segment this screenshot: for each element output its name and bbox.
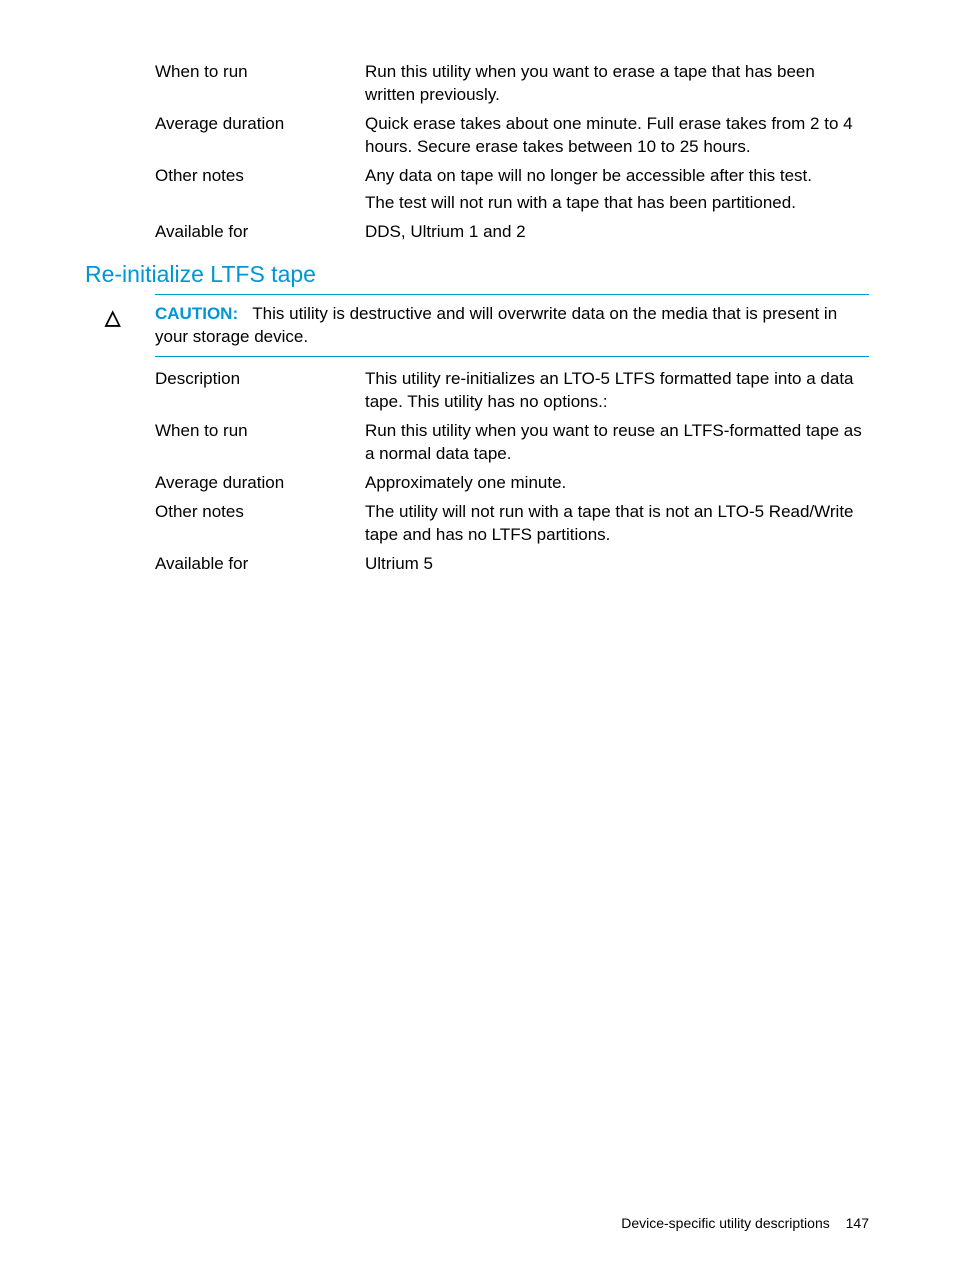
table-row: When to run Run this utility when you wa… [155, 58, 869, 110]
rule-bottom [155, 356, 869, 357]
caution-body: CAUTION: This utility is destructive and… [155, 303, 869, 349]
row-label: When to run [155, 58, 365, 110]
row-value: The utility will not run with a tape tha… [365, 498, 869, 550]
row-value: DDS, Ultrium 1 and 2 [365, 218, 869, 247]
row-value: Run this utility when you want to reuse … [365, 417, 869, 469]
table-row: When to run Run this utility when you wa… [155, 417, 869, 469]
table-row: Available for DDS, Ultrium 1 and 2 [155, 218, 869, 247]
row-value: Run this utility when you want to erase … [365, 58, 869, 110]
row-value: Approximately one minute. [365, 469, 869, 498]
row-label: Average duration [155, 110, 365, 162]
row-label: Available for [155, 218, 365, 247]
table-erase: When to run Run this utility when you wa… [155, 58, 869, 247]
row-label: Available for [155, 550, 365, 579]
row-value-line: Ultrium 5 [365, 553, 869, 576]
caution-text: This utility is destructive and will ove… [155, 304, 837, 346]
row-value-line: Quick erase takes about one minute. Full… [365, 113, 869, 159]
row-label: Other notes [155, 162, 365, 218]
table-row: Description This utility re-initializes … [155, 365, 869, 417]
row-label: When to run [155, 417, 365, 469]
row-value-line: The utility will not run with a tape tha… [365, 501, 869, 547]
definition-table: When to run Run this utility when you wa… [155, 58, 869, 247]
table-row: Average duration Quick erase takes about… [155, 110, 869, 162]
page-number: 147 [846, 1215, 869, 1231]
row-value-line: Run this utility when you want to erase … [365, 61, 869, 107]
row-label: Description [155, 365, 365, 417]
table-reinitialize: Description This utility re-initializes … [155, 365, 869, 579]
page: When to run Run this utility when you wa… [0, 0, 954, 1271]
table-row: Average duration Approximately one minut… [155, 469, 869, 498]
table-row: Available for Ultrium 5 [155, 550, 869, 579]
caution-block: △ CAUTION: This utility is destructive a… [105, 303, 869, 349]
row-value: Ultrium 5 [365, 550, 869, 579]
table-row: Other notes Any data on tape will no lon… [155, 162, 869, 218]
row-label: Average duration [155, 469, 365, 498]
caution-icon: △ [105, 303, 155, 330]
caution-container: △ CAUTION: This utility is destructive a… [105, 294, 869, 358]
definition-table: Description This utility re-initializes … [155, 365, 869, 579]
caution-label: CAUTION: [155, 304, 238, 323]
footer-text: Device-specific utility descriptions [621, 1215, 830, 1231]
section-heading-reinitialize-ltfs: Re-initialize LTFS tape [85, 261, 869, 288]
table-row: Other notes The utility will not run wit… [155, 498, 869, 550]
row-value-line: This utility re-initializes an LTO-5 LTF… [365, 368, 869, 414]
row-value-line: Any data on tape will no longer be acces… [365, 165, 869, 188]
row-value-line: DDS, Ultrium 1 and 2 [365, 221, 869, 244]
row-value: Quick erase takes about one minute. Full… [365, 110, 869, 162]
row-value: This utility re-initializes an LTO-5 LTF… [365, 365, 869, 417]
rule-top [155, 294, 869, 295]
row-value-line: Approximately one minute. [365, 472, 869, 495]
row-label: Other notes [155, 498, 365, 550]
row-value: Any data on tape will no longer be acces… [365, 162, 869, 218]
row-value-line: Run this utility when you want to reuse … [365, 420, 869, 466]
row-value-line: The test will not run with a tape that h… [365, 192, 869, 215]
page-footer: Device-specific utility descriptions 147 [621, 1215, 869, 1231]
